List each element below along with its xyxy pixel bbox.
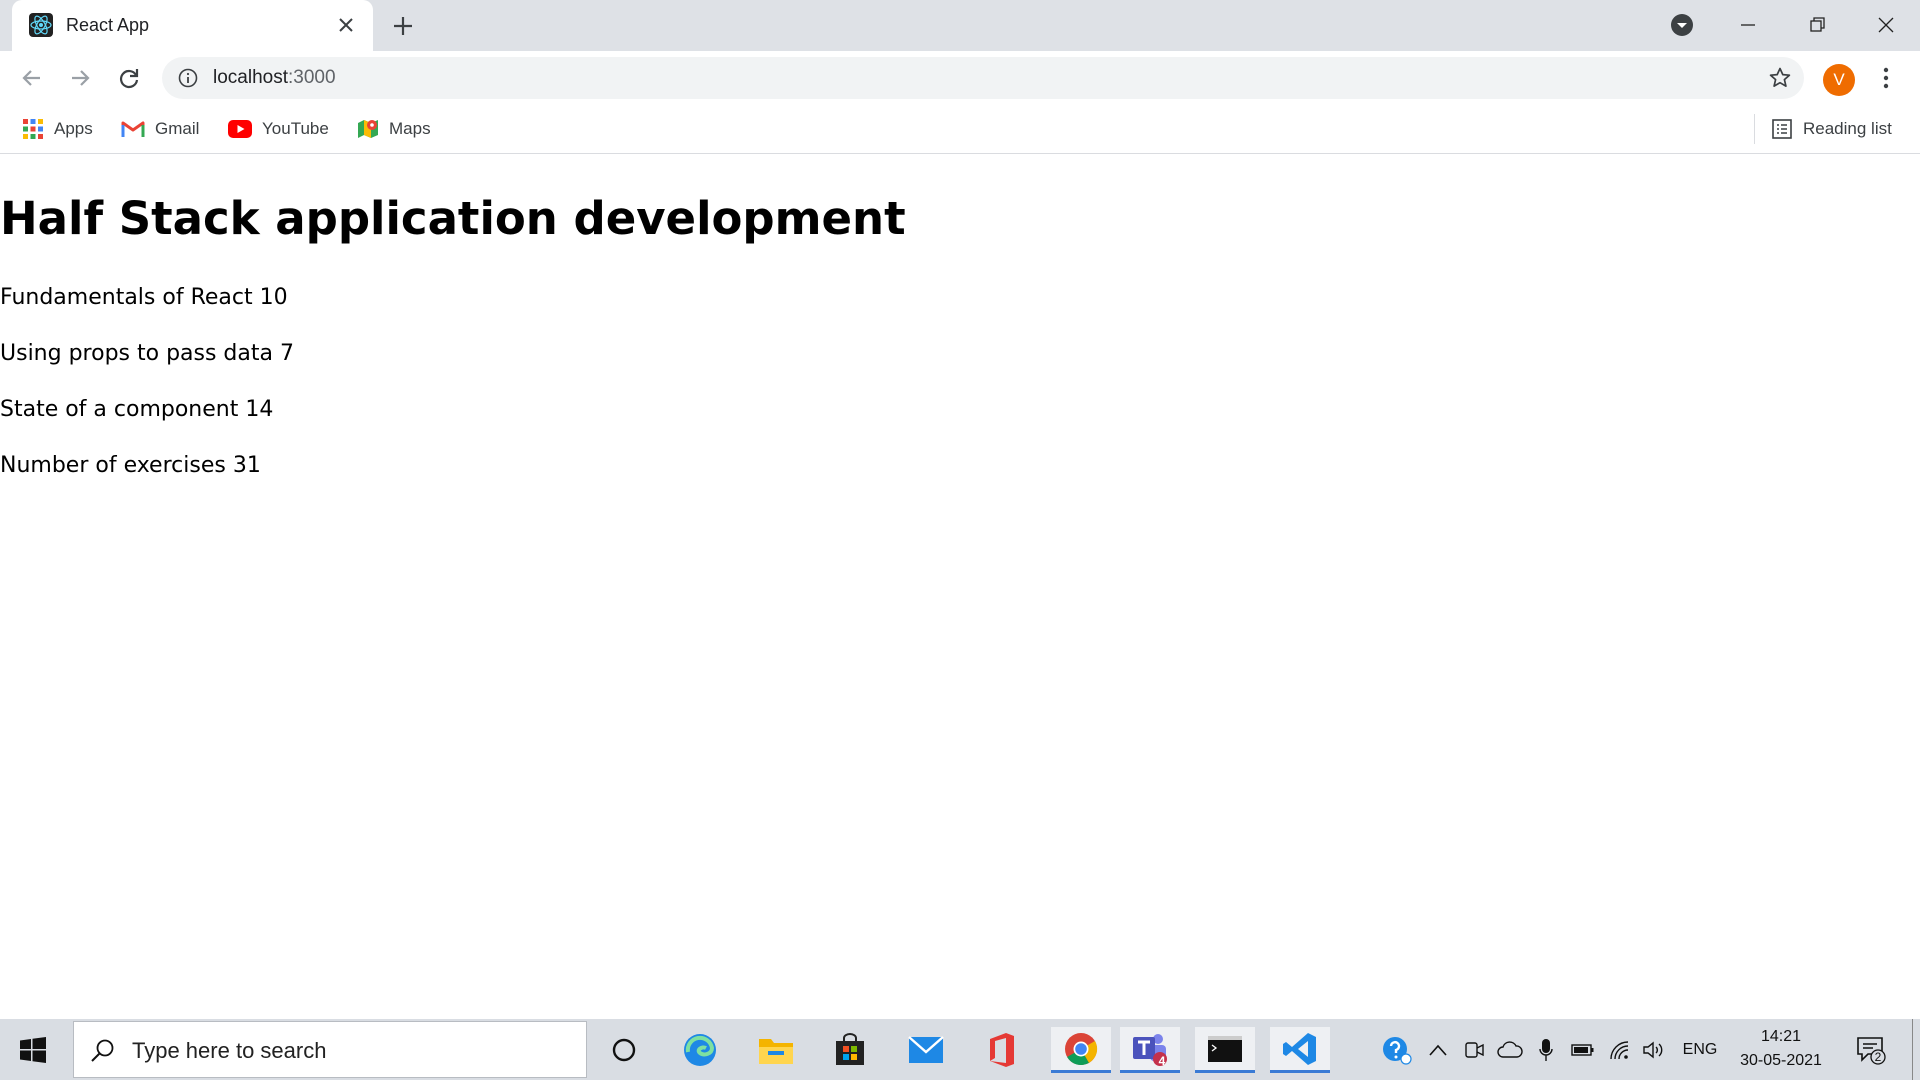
browser-tab[interactable]: React App (12, 0, 373, 51)
course-part: State of a component 14 (0, 397, 274, 422)
address-bar[interactable]: localhost:3000 (162, 57, 1804, 99)
bookmark-label: Apps (54, 119, 93, 138)
course-part: Using props to pass data 7 (0, 341, 294, 366)
more-menu-icon[interactable] (1875, 64, 1897, 92)
bookmark-maps[interactable]: Maps (357, 116, 431, 142)
bookmarks-bar: Apps Gmail YouTube Maps Reading list (0, 104, 1920, 154)
taskbar-teams[interactable] (1120, 1027, 1180, 1073)
bookmark-gmail[interactable]: Gmail (121, 116, 199, 142)
battery-icon[interactable] (1568, 1037, 1596, 1063)
bookmark-label: YouTube (262, 119, 329, 138)
chrome-icon (1065, 1032, 1098, 1065)
help-tray-icon[interactable] (1380, 1037, 1414, 1065)
clock-date: 30-05-2021 (1740, 1052, 1822, 1069)
notification-count: 2 (1874, 1050, 1882, 1064)
taskbar-search-box[interactable]: Type here to search (73, 1021, 587, 1078)
taskbar-office[interactable] (977, 1027, 1025, 1073)
search-placeholder: Type here to search (132, 1038, 327, 1063)
office-icon (990, 1033, 1014, 1067)
tab-title: React App (66, 15, 150, 35)
wifi-icon[interactable] (1606, 1037, 1634, 1063)
taskbar-mail[interactable] (902, 1027, 950, 1073)
course-header: Half Stack application development (0, 192, 906, 245)
terminal-icon (1208, 1035, 1242, 1062)
show-desktop-strip[interactable] (1912, 1019, 1913, 1080)
url-host: localhost (213, 67, 288, 88)
close-tab-icon[interactable] (335, 14, 357, 36)
bookmark-star-icon[interactable] (1768, 66, 1792, 90)
windows-start-icon[interactable] (20, 1037, 46, 1063)
forward-arrow-icon[interactable] (66, 64, 94, 92)
reload-icon[interactable] (115, 64, 143, 92)
restore-icon[interactable] (1802, 10, 1832, 40)
language-label: ENG (1682, 1041, 1718, 1058)
url-port: :3000 (288, 67, 336, 88)
onedrive-cloud-icon[interactable] (1496, 1037, 1524, 1063)
tab-strip: React App (0, 0, 1920, 51)
minimize-icon[interactable] (1733, 10, 1763, 40)
notification-center-icon[interactable]: 2 (1856, 1035, 1886, 1065)
bookmark-youtube[interactable]: YouTube (228, 116, 329, 142)
bookmark-apps[interactable]: Apps (22, 116, 93, 142)
profile-avatar[interactable]: V (1823, 64, 1855, 96)
youtube-icon (228, 120, 252, 138)
vscode-icon (1283, 1032, 1316, 1065)
bookmark-label: Gmail (155, 119, 200, 138)
task-view-button[interactable] (600, 1027, 648, 1073)
bookmark-label: Maps (389, 119, 431, 138)
tab-search-icon[interactable] (1669, 12, 1695, 38)
search-icon (90, 1038, 116, 1064)
windows-taskbar: Type here to search 4 ENG 14:21 30-05-20… (0, 1019, 1920, 1080)
exercise-total: Number of exercises 31 (0, 453, 261, 478)
taskbar-clock[interactable]: 14:21 30-05-2021 (1736, 1025, 1826, 1073)
apps-grid-icon (23, 119, 43, 139)
reading-list-label: Reading list (1803, 119, 1892, 138)
bookmarks-divider (1754, 114, 1755, 144)
volume-icon[interactable] (1640, 1037, 1668, 1063)
show-hidden-icons-chevron-up-icon[interactable] (1426, 1037, 1450, 1063)
address-url[interactable]: localhost:3000 (213, 67, 336, 89)
taskbar-chrome[interactable] (1051, 1027, 1111, 1073)
browser-toolbar: localhost:3000 V (0, 51, 1920, 104)
course-part: Fundamentals of React 10 (0, 285, 288, 310)
react-logo-icon (29, 13, 53, 37)
folder-icon (759, 1039, 793, 1064)
clock-time: 14:21 (1760, 1028, 1802, 1045)
taskbar-terminal[interactable] (1195, 1027, 1255, 1073)
back-arrow-icon[interactable] (18, 64, 46, 92)
taskbar-store[interactable] (826, 1027, 874, 1073)
microphone-icon[interactable] (1534, 1037, 1558, 1063)
new-tab-icon[interactable] (390, 13, 416, 39)
cortana-circle-icon (612, 1038, 636, 1062)
meet-now-icon[interactable] (1462, 1037, 1486, 1063)
taskbar-edge[interactable] (676, 1027, 724, 1073)
taskbar-vscode[interactable] (1270, 1027, 1330, 1073)
gmail-icon (121, 121, 145, 137)
site-info-icon[interactable] (178, 68, 198, 88)
teams-badge-count: 4 (1158, 1054, 1166, 1068)
maps-icon (358, 120, 378, 138)
edge-icon (684, 1034, 716, 1066)
taskbar-file-explorer[interactable] (752, 1027, 800, 1073)
mail-icon (908, 1036, 944, 1063)
page-content: Half Stack application development Funda… (0, 155, 1920, 1019)
store-icon (836, 1033, 864, 1065)
reading-list-button[interactable]: Reading list (1771, 116, 1892, 142)
close-window-icon[interactable] (1871, 10, 1901, 40)
reading-list-icon (1772, 119, 1792, 139)
input-language-indicator[interactable]: ENG (1680, 1037, 1720, 1063)
